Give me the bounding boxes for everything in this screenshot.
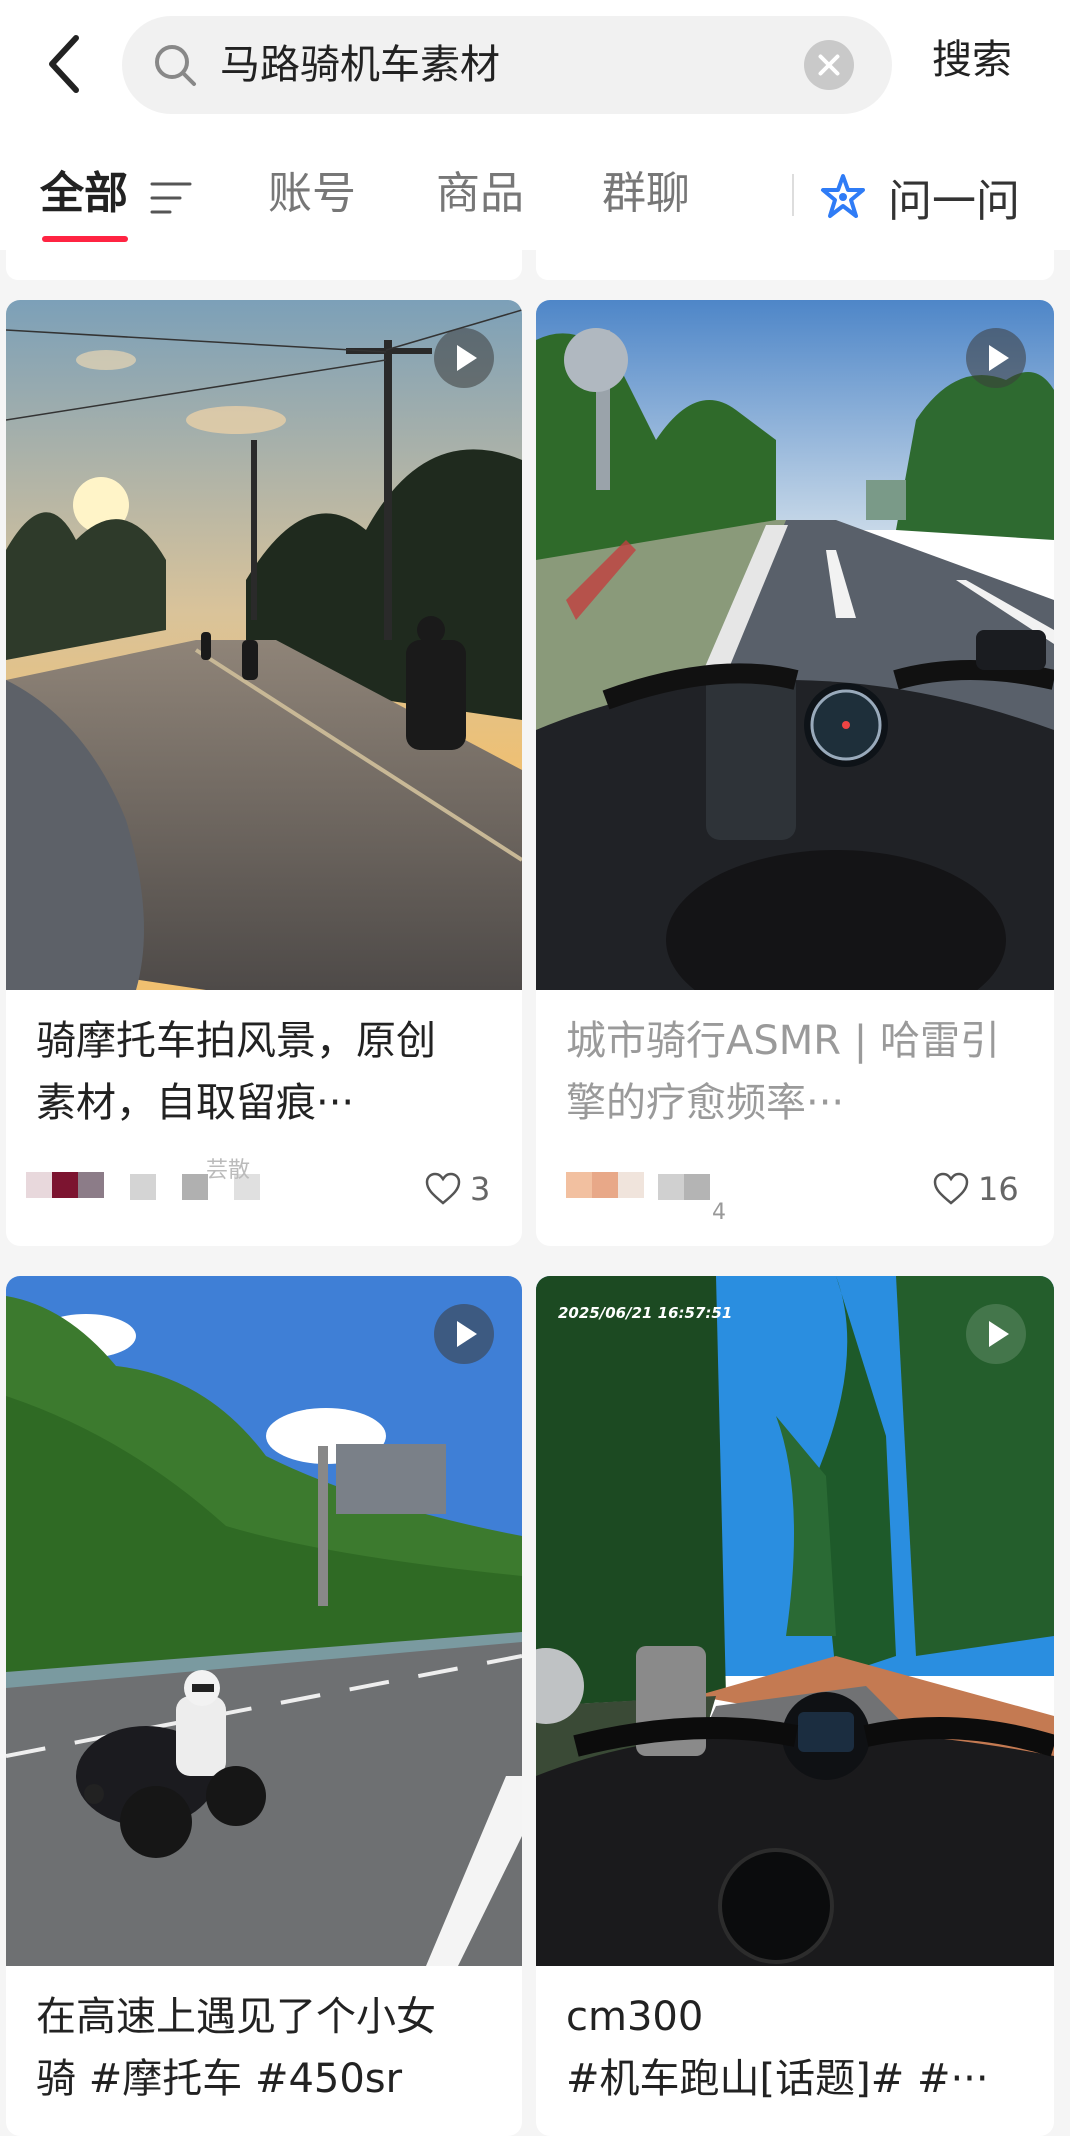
- feed-card[interactable]: 在高速上遇见了个小女 骑 #摩托车 #450sr: [6, 1276, 522, 2136]
- avatar-pixel: [592, 1172, 618, 1198]
- heart-icon: [425, 1172, 461, 1205]
- previous-card-left: [6, 250, 522, 280]
- avatar[interactable]: [26, 1172, 104, 1198]
- card-title-line: 骑 #摩托车 #450sr: [36, 2056, 403, 2102]
- blur-pixel: [684, 1174, 710, 1200]
- card-thumbnail[interactable]: [536, 300, 1054, 990]
- sunset-road-image: [6, 300, 522, 990]
- video-timestamp: 2025/06/21 16:57:51: [558, 1304, 733, 1322]
- tab-all[interactable]: 全部: [40, 164, 128, 224]
- like-count: 16: [978, 1170, 1019, 1208]
- search-input[interactable]: 马路骑机车素材: [122, 16, 892, 114]
- avatar-pixel: [26, 1172, 52, 1198]
- avatar[interactable]: [566, 1172, 644, 1198]
- card-title: cm300 #机车跑山[话题]# #···: [566, 1986, 1026, 2110]
- card-title-line: 在高速上遇见了个小女: [36, 1994, 436, 2040]
- card-title-line: 素材，自取留痕···: [36, 1080, 355, 1126]
- avatar-pixel: [78, 1172, 104, 1198]
- ask-button[interactable]: 问一问: [818, 162, 1020, 232]
- author-name[interactable]: 4: [712, 1200, 726, 1225]
- filter-tabs: 全部 账号 商品 群聊 问一问: [0, 150, 1070, 250]
- city-ride-pov-image: [536, 300, 1054, 990]
- filter-icon[interactable]: [150, 180, 192, 216]
- author-name-blurred: [658, 1174, 710, 1200]
- search-button[interactable]: 搜索: [932, 30, 1012, 90]
- avatar-pixel: [618, 1172, 644, 1198]
- avatar-pixel: [566, 1172, 592, 1198]
- card-thumbnail[interactable]: [6, 300, 522, 990]
- chevron-left-icon: [49, 35, 79, 93]
- top-bar: 马路骑机车素材 搜索 全部 账号 商品 群聊 问一问: [0, 0, 1070, 250]
- tab-divider: [792, 174, 794, 216]
- blur-pixel: [156, 1174, 182, 1200]
- play-icon: [434, 1304, 494, 1364]
- back-button[interactable]: [36, 28, 92, 100]
- card-title-line: 擎的疗愈频率···: [566, 1080, 845, 1126]
- forest-road-pov-image: [536, 1276, 1054, 1966]
- active-tab-indicator: [42, 236, 128, 242]
- avatar-pixel: [52, 1172, 78, 1198]
- previous-card-right: [536, 250, 1054, 280]
- card-title: 城市骑行ASMR | 哈雷引 擎的疗愈频率···: [566, 1010, 1026, 1134]
- search-icon: [155, 45, 196, 86]
- play-icon: [966, 1304, 1026, 1364]
- ask-button-label: 问一问: [888, 176, 1020, 227]
- card-title-line: cm300: [566, 1994, 704, 2040]
- author-name[interactable]: 芸散: [206, 1152, 250, 1184]
- card-title: 骑摩托车拍风景，原创 素材，自取留痕···: [36, 1010, 496, 1134]
- search-query: 马路骑机车素材: [220, 42, 500, 88]
- feed-card[interactable]: 城市骑行ASMR | 哈雷引 擎的疗愈频率··· 4 16: [536, 300, 1054, 1246]
- tab-products[interactable]: 商品: [436, 164, 524, 224]
- heart-icon: [933, 1172, 969, 1205]
- blur-pixel: [658, 1174, 684, 1200]
- tab-accounts[interactable]: 账号: [268, 164, 356, 224]
- card-thumbnail[interactable]: 2025/06/21 16:57:51: [536, 1276, 1054, 1966]
- play-icon: [434, 328, 494, 388]
- feed-card[interactable]: 骑摩托车拍风景，原创 素材，自取留痕··· 芸散 3: [6, 300, 522, 1246]
- clear-search-button[interactable]: [804, 40, 854, 90]
- play-icon: [966, 328, 1026, 388]
- card-title-line: 骑摩托车拍风景，原创: [36, 1018, 436, 1064]
- blur-pixel: [182, 1174, 208, 1200]
- sparkle-star-icon: [821, 174, 865, 218]
- card-title-line: 城市骑行ASMR | 哈雷引: [566, 1018, 1000, 1064]
- highway-rider-image: [6, 1276, 522, 1966]
- like-count: 3: [470, 1170, 491, 1208]
- card-thumbnail[interactable]: [6, 1276, 522, 1966]
- blur-pixel: [130, 1174, 156, 1200]
- tab-group-chats[interactable]: 群聊: [602, 164, 690, 224]
- feed-card[interactable]: 2025/06/21 16:57:51 cm300 #机车跑山[话题]# #··…: [536, 1276, 1054, 2136]
- card-title: 在高速上遇见了个小女 骑 #摩托车 #450sr: [36, 1986, 496, 2110]
- card-title-line: #机车跑山[话题]# #···: [566, 2056, 989, 2102]
- like-button[interactable]: 3: [424, 1170, 490, 1208]
- previous-cards-edge: [0, 250, 1070, 280]
- like-button[interactable]: 16: [932, 1170, 1019, 1208]
